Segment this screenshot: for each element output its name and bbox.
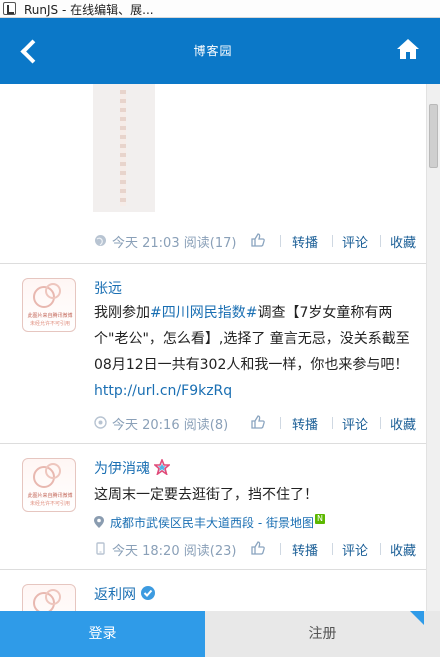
globe-icon [95, 235, 106, 246]
post-author[interactable]: 张远 [94, 278, 122, 298]
divider [332, 417, 333, 429]
avatar-watermark: 此图片来自腾讯微博 [27, 493, 73, 499]
runjs-app-icon [3, 2, 16, 15]
avatar[interactable]: 此图片来自腾讯微博 未经允许不可引用 [22, 278, 76, 332]
divider [280, 417, 281, 429]
avatar-logo-ring [45, 283, 61, 299]
post-author[interactable]: 为伊消魂 [94, 457, 172, 478]
bottom-bar: 登录 注册 [0, 611, 440, 657]
avatar-watermark: 此图片来自腾讯微博 [27, 313, 73, 319]
thumbs-up-icon[interactable] [250, 540, 266, 556]
avatar[interactable]: 此图片来自腾讯微博 未经允许不可引用 [22, 458, 76, 512]
avatar-logo-ring [45, 463, 61, 479]
star-badge-icon [153, 457, 172, 476]
window-title: RunJS - 在线编辑、展... [24, 3, 154, 17]
post-text: 这周末一定要去逛街了，挡不住了！ [94, 487, 318, 503]
favorite-button[interactable]: 收藏 [390, 414, 416, 433]
avatar-watermark: 未经允许不可引用 [29, 501, 70, 507]
post-author[interactable]: 返利网 [94, 584, 156, 604]
login-button[interactable]: 登录 [0, 611, 205, 657]
divider [332, 235, 333, 247]
url-link[interactable]: http://url.cn/F9kzRq [94, 383, 232, 399]
post-meta: 今天 20:16 阅读(8) 转播 评论 收藏 [94, 414, 420, 433]
home-icon[interactable] [396, 38, 420, 60]
comment-button[interactable]: 评论 [342, 414, 368, 433]
post-meta: 今天 21:03 阅读(17) 转播 评论 收藏 [94, 232, 420, 251]
divider [280, 235, 281, 247]
comment-button[interactable]: 评论 [342, 232, 368, 251]
thumbs-up-icon[interactable] [250, 414, 266, 430]
feed-post: 返利网 [0, 570, 426, 611]
divider [380, 417, 381, 429]
new-badge: N [314, 514, 325, 524]
scrollbar[interactable] [426, 84, 440, 611]
weibo-feed: 今天 21:03 阅读(17) 转播 评论 收藏 此图片来自腾讯微博 未经允许不… [0, 84, 426, 611]
verified-badge-icon [141, 586, 156, 600]
register-button[interactable]: 注册 [205, 611, 440, 657]
avatar-watermark: 未经允许不可引用 [29, 321, 70, 327]
post-time: 今天 20:16 阅读(8) [112, 418, 229, 433]
divider [380, 235, 381, 247]
feed-post: 此图片来自腾讯微博 未经允许不可引用 为伊消魂 这周末一定要去逛街了，挡不住了！… [0, 444, 426, 570]
window-titlebar: RunJS - 在线编辑、展... [0, 0, 440, 18]
hashtag-link[interactable]: #四川网民指数# [150, 305, 257, 321]
comment-button[interactable]: 评论 [342, 540, 368, 559]
divider [280, 543, 281, 555]
corner-fold-icon [410, 611, 424, 625]
app-header: 博客园 [0, 18, 440, 84]
image-content [120, 90, 126, 206]
favorite-button[interactable]: 收藏 [390, 232, 416, 251]
wechat-source-icon [94, 416, 107, 429]
post-location[interactable]: 成都市武侯区民丰大道西段 - 街景地图 N [94, 514, 325, 531]
post-image[interactable] [93, 84, 155, 212]
post-meta: 今天 18:20 阅读(23) 转播 评论 收藏 [94, 540, 420, 559]
repost-button[interactable]: 转播 [292, 232, 318, 251]
post-text: 我刚参加#四川网民指数#调查【7岁女童称有两个"老公"，怎么看】,选择了 童言无… [94, 305, 410, 399]
post-time: 今天 21:03 阅读(17) [112, 236, 237, 251]
post-time: 今天 18:20 阅读(23) [112, 544, 237, 559]
feed-post: 此图片来自腾讯微博 未经允许不可引用 张远 我刚参加#四川网民指数#调查【7岁女… [0, 264, 426, 444]
feed-post: 今天 21:03 阅读(17) 转播 评论 收藏 [0, 84, 426, 264]
avatar[interactable] [22, 584, 76, 611]
thumbs-up-icon[interactable] [250, 232, 266, 248]
favorite-button[interactable]: 收藏 [390, 540, 416, 559]
divider [380, 543, 381, 555]
mobile-source-icon [96, 542, 105, 555]
repost-button[interactable]: 转播 [292, 414, 318, 433]
divider [332, 543, 333, 555]
location-pin-icon [94, 516, 104, 528]
repost-button[interactable]: 转播 [292, 540, 318, 559]
page-title: 博客园 [193, 44, 233, 58]
scrollbar-thumb[interactable] [429, 104, 438, 168]
avatar-logo-ring [45, 589, 61, 605]
